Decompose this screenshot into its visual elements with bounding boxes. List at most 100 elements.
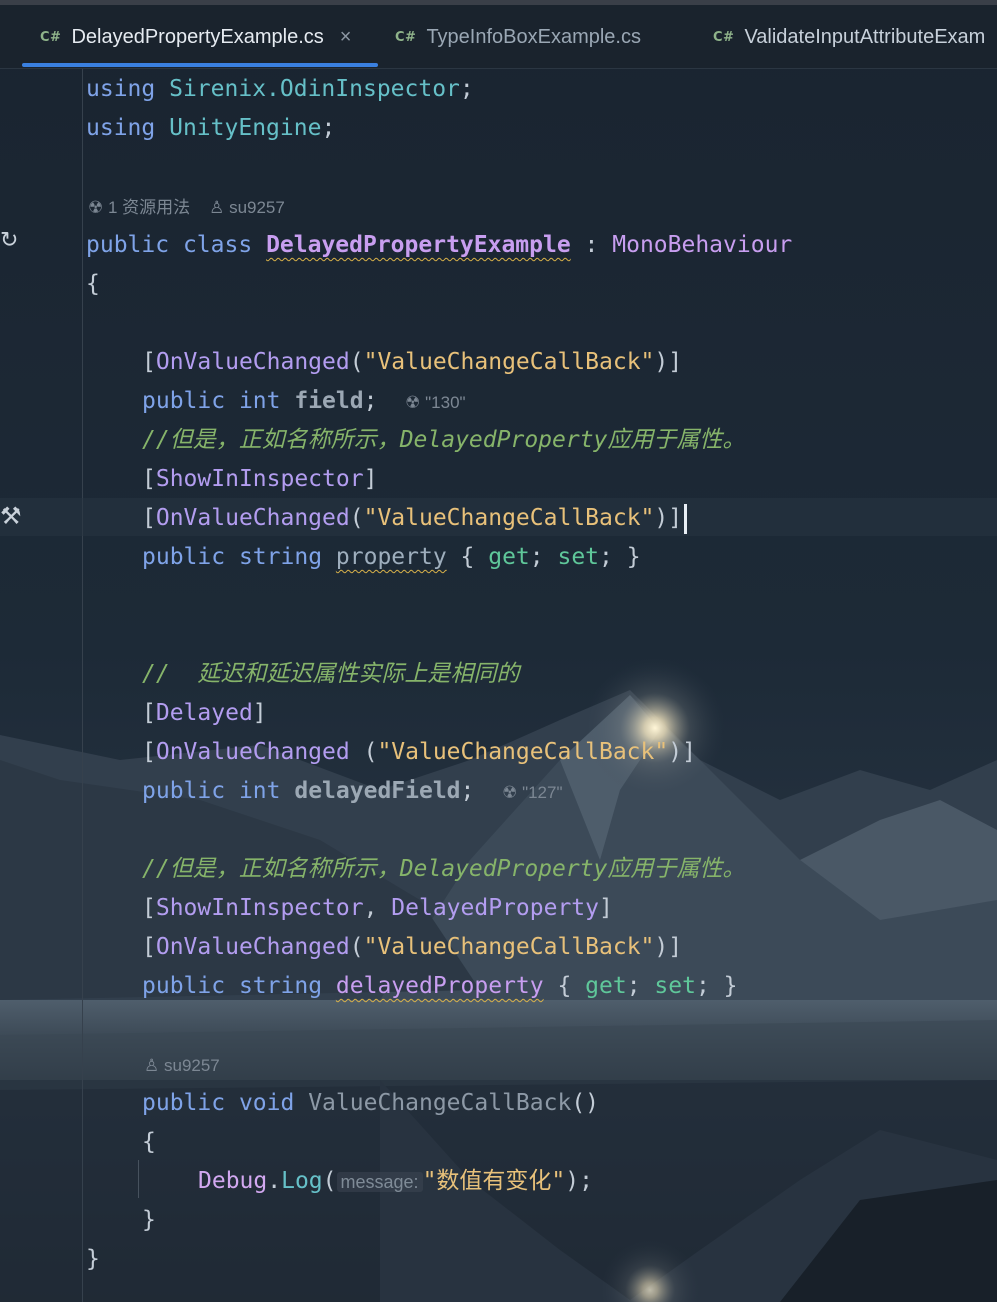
string-literal: "数值有变化" <box>422 1168 566 1194</box>
punctuation: [ <box>142 466 156 492</box>
property-name: delayedProperty <box>335 973 544 999</box>
editor-tab-bar: C# DelayedPropertyExample.cs × C# TypeIn… <box>0 0 997 69</box>
keyword: class <box>182 232 253 258</box>
code-line-1: using Sirenix.OdinInspector; <box>86 71 474 107</box>
text-caret <box>684 503 688 534</box>
code-lens-class: ☢ 1 资源用法 ♙ su9257 <box>88 195 285 221</box>
keyword: public <box>142 388 226 414</box>
author-link[interactable]: su9257 <box>229 198 285 217</box>
keyword: int <box>238 778 281 804</box>
csharp-file-icon: C# <box>713 29 735 45</box>
accessor-keyword: get <box>585 973 627 999</box>
code-line-attribute-current: [OnValueChanged("ValueChangeCallBack")] <box>142 500 688 536</box>
code-line-property: public string delayedProperty { get; set… <box>142 968 738 1004</box>
punctuation: ; } <box>695 973 738 999</box>
code-line-comment: //但是，正如名称所示，DelayedProperty应用于属性。 <box>142 422 745 458</box>
keyword: public <box>86 232 170 258</box>
author-link[interactable]: su9257 <box>164 1056 220 1075</box>
keyword: int <box>238 388 281 414</box>
tab-validate-input-attribute-example[interactable]: C# ValidateInputAttributeExam <box>713 20 985 54</box>
keyword: string <box>238 973 323 999</box>
usages-link[interactable]: 1 资源用法 <box>108 198 190 217</box>
tab-label: TypeInfoBoxExample.cs <box>426 25 641 48</box>
code-line-comment: //但是，正如名称所示，DelayedProperty应用于属性。 <box>142 851 745 887</box>
indent-guide <box>82 68 83 1302</box>
punctuation: ] <box>252 700 267 726</box>
serialized-value-inlay: ☢ "130" <box>405 393 466 412</box>
csharp-file-icon: C# <box>395 29 417 45</box>
keyword: public <box>142 544 226 570</box>
property-name: property <box>335 544 447 570</box>
parameter-name-hint: message: <box>336 1172 423 1192</box>
serialized-value-inlay: ☢ "127" <box>502 783 563 802</box>
punctuation: ( <box>349 739 378 765</box>
string-literal: "ValueChangeCallBack" <box>363 934 655 960</box>
close-tab-icon[interactable]: × <box>340 26 352 49</box>
code-line-field: public int delayedField; ☢ "127" <box>142 773 563 809</box>
code-lens-method: ♙ su9257 <box>144 1053 220 1079</box>
punctuation: : <box>570 232 613 258</box>
punctuation: , <box>363 895 392 921</box>
tab-delayed-property-example[interactable]: C# DelayedPropertyExample.cs × <box>40 20 351 54</box>
attribute-name: OnValueChanged <box>155 349 350 375</box>
code-line-attribute: [Delayed] <box>142 695 267 731</box>
punctuation: ; <box>321 115 336 141</box>
code-line-attribute: [ShowInInspector, DelayedProperty] <box>142 890 613 926</box>
csharp-file-icon: C# <box>40 29 62 45</box>
accessor-keyword: set <box>557 544 600 570</box>
field-name: delayedField <box>294 778 461 804</box>
code-line-debug-log: Debug.Log(message: "数值有变化"); <box>198 1163 593 1199</box>
punctuation: )] <box>668 739 696 765</box>
author-icon: ♙ <box>144 1056 160 1075</box>
code-line-comment: // 延迟和延迟属性实际上是相同的 <box>142 656 519 692</box>
hammer-icon[interactable]: ⚒ <box>0 502 22 530</box>
keyword: public <box>142 973 226 999</box>
attribute-name: OnValueChanged <box>155 505 350 531</box>
punctuation: ; <box>626 973 655 999</box>
indent-guide <box>138 1160 139 1198</box>
punctuation: { <box>446 544 489 570</box>
keyword: using <box>86 76 156 102</box>
punctuation: ; <box>363 388 378 414</box>
string-literal: "ValueChangeCallBack" <box>363 505 655 531</box>
punctuation: { <box>86 271 100 297</box>
punctuation: ( <box>322 1168 337 1194</box>
punctuation: )] <box>654 934 683 960</box>
method-name: ValueChangeCallBack <box>308 1090 572 1116</box>
code-line-field: public int field; ☢ "130" <box>142 383 466 419</box>
code-line-attribute: [OnValueChanged("ValueChangeCallBack")] <box>142 344 682 380</box>
punctuation: ] <box>599 895 613 921</box>
punctuation: ( <box>349 505 364 531</box>
serialized-value: "130" <box>425 393 466 412</box>
punctuation: [ <box>142 934 156 960</box>
active-tab-indicator <box>22 63 378 67</box>
punctuation: [ <box>142 349 156 375</box>
namespace: UnityEngine <box>169 115 322 141</box>
punctuation: . <box>267 1168 282 1194</box>
attribute-name: OnValueChanged <box>155 934 350 960</box>
punctuation: ; <box>529 544 558 570</box>
punctuation: ; <box>459 76 474 102</box>
comment: //但是，正如名称所示，DelayedProperty应用于属性。 <box>142 856 746 882</box>
method-call: Log <box>281 1168 323 1194</box>
code-line-brace-open: { <box>142 1124 156 1160</box>
code-line-brace-close: } <box>142 1202 156 1238</box>
punctuation: ; <box>460 778 475 804</box>
punctuation: { <box>543 973 586 999</box>
punctuation: ( <box>349 349 364 375</box>
punctuation: [ <box>142 700 156 726</box>
code-line-method-declaration: public void ValueChangeCallBack() <box>142 1085 599 1121</box>
comment: // 延迟和延迟属性实际上是相同的 <box>142 661 520 687</box>
class-name: DelayedPropertyExample <box>266 232 571 258</box>
accessor-keyword: get <box>488 544 530 570</box>
code-editor[interactable]: ↻ ⚒ using Sirenix.OdinInspector; using U… <box>0 68 997 1302</box>
serialized-value: "127" <box>522 783 563 802</box>
author-icon: ♙ <box>209 198 225 217</box>
code-line-attribute: [OnValueChanged("ValueChangeCallBack")] <box>142 929 682 965</box>
punctuation: } <box>142 1207 156 1233</box>
tab-type-info-box-example[interactable]: C# TypeInfoBoxExample.cs <box>395 20 641 54</box>
keyword: void <box>238 1090 295 1116</box>
code-line-2: using UnityEngine; <box>86 110 335 146</box>
keyword: using <box>86 115 156 141</box>
unity-script-gutter-icon[interactable]: ↻ <box>0 228 18 253</box>
